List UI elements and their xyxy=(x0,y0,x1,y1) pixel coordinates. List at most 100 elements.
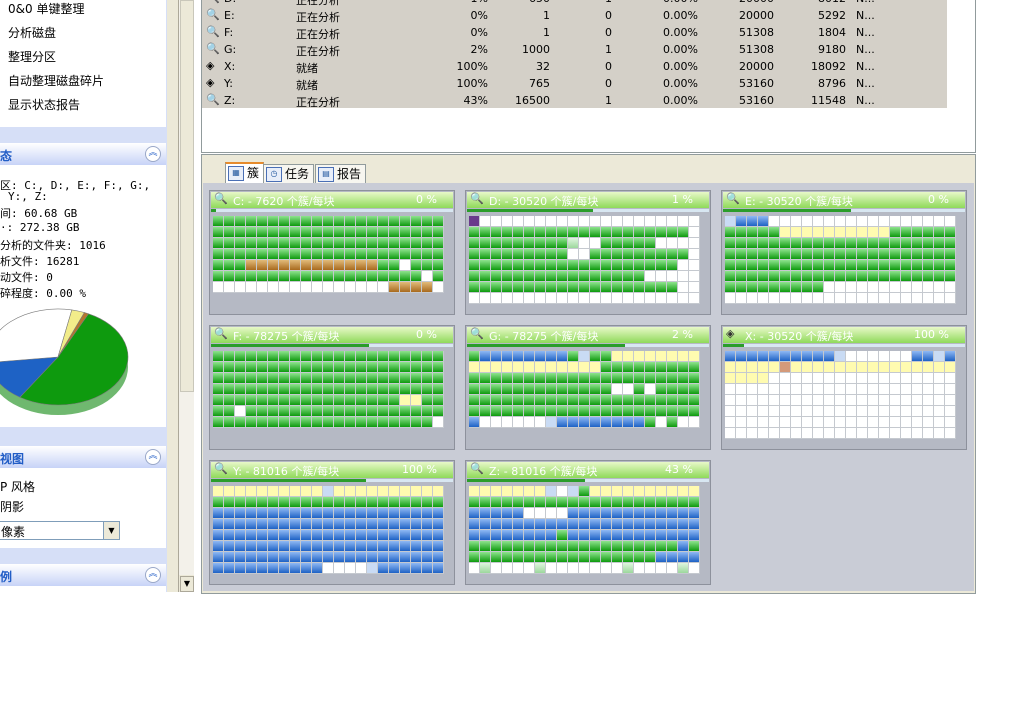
drive-map-c[interactable]: 🔍 C: - 7620 个簇/每块 0 % xyxy=(209,190,455,315)
cluster-block xyxy=(590,417,601,428)
cluster-block xyxy=(235,541,246,552)
cluster-block xyxy=(268,530,279,541)
dropdown-arrow-icon[interactable]: ▼ xyxy=(103,522,119,539)
volume-row[interactable]: ◈ X: 就绪 100% 32 0 0.00% 20000 18092 N... xyxy=(202,59,947,76)
cluster-block xyxy=(502,238,513,249)
magnifier-icon: 🔍 xyxy=(206,0,222,7)
cluster-block xyxy=(667,519,678,530)
cluster-block xyxy=(557,508,568,519)
cluster-block xyxy=(623,486,634,497)
cluster-block xyxy=(568,282,579,293)
cluster-block xyxy=(568,260,579,271)
cluster-block xyxy=(422,384,433,395)
cluster-block xyxy=(290,384,301,395)
cell-free: 5292 xyxy=(818,9,846,22)
cluster-block xyxy=(323,406,334,417)
collapse-chevron-icon[interactable]: ︽ xyxy=(145,146,161,162)
cluster-block xyxy=(224,227,235,238)
view-option-shadow[interactable]: 阴影 xyxy=(0,498,24,515)
cluster-block xyxy=(656,417,667,428)
task-show-report[interactable]: 显示状态报告 xyxy=(8,96,80,113)
view-option-xp-style[interactable]: P 风格 xyxy=(0,478,35,495)
cluster-block xyxy=(334,271,345,282)
scroll-down-arrow-icon[interactable]: ▼ xyxy=(180,576,194,592)
cluster-block xyxy=(213,282,224,293)
volume-row[interactable]: ◈ Y: 就绪 100% 765 0 0.00% 53160 8796 N... xyxy=(202,76,947,93)
cluster-block xyxy=(524,406,535,417)
cluster-block xyxy=(502,293,513,304)
cluster-block xyxy=(367,530,378,541)
cluster-block xyxy=(367,362,378,373)
cluster-block xyxy=(469,216,480,227)
volume-row[interactable]: 🔍D: 正在分析 1% 650 1 0.00% 20000 8012 N... xyxy=(202,0,947,8)
drive-map-e[interactable]: 🔍 E: - 30520 个簇/每块 0 % xyxy=(721,190,967,315)
cluster-block xyxy=(890,362,901,373)
cluster-block xyxy=(923,238,934,249)
cluster-block xyxy=(612,216,623,227)
cluster-block xyxy=(758,238,769,249)
cluster-block xyxy=(557,373,568,384)
view-panel-header[interactable]: 视图 ︽ xyxy=(0,446,166,468)
cluster-block xyxy=(301,486,312,497)
cluster-block xyxy=(912,428,923,439)
drive-map-d[interactable]: 🔍 D: - 30520 个簇/每块 1 % xyxy=(465,190,711,315)
cluster-block xyxy=(257,260,268,271)
cluster-block xyxy=(535,351,546,362)
cluster-block xyxy=(400,541,411,552)
cluster-block xyxy=(780,406,791,417)
cluster-block xyxy=(678,541,689,552)
cluster-block xyxy=(689,417,700,428)
drive-progress-fill xyxy=(211,479,366,482)
volume-row[interactable]: 🔍 F: 正在分析 0% 1 0 0.00% 51308 1804 N... xyxy=(202,25,947,42)
cluster-block xyxy=(557,530,568,541)
cluster-block xyxy=(535,530,546,541)
cluster-block xyxy=(524,541,535,552)
sidebar-scrollbar[interactable]: ▼ xyxy=(178,0,194,592)
collapse-chevron-icon[interactable]: ︽ xyxy=(145,449,161,465)
cluster-block xyxy=(257,563,268,574)
volume-row[interactable]: 🔍 G: 正在分析 2% 1000 1 0.00% 51308 9180 N... xyxy=(202,42,947,59)
cluster-block xyxy=(433,552,444,563)
cluster-block xyxy=(802,428,813,439)
task-analyze-disk[interactable]: 分析磁盘 xyxy=(8,24,56,41)
cluster-block xyxy=(634,216,645,227)
legend-panel-header[interactable]: 例 ︽ xyxy=(0,564,166,586)
cluster-block xyxy=(634,519,645,530)
tab-clusters[interactable]: ▦ 簇 xyxy=(225,162,265,185)
volume-row[interactable]: 🔍 Z: 正在分析 43% 16500 1 0.00% 53160 11548 N... xyxy=(202,93,947,110)
cluster-block xyxy=(656,282,667,293)
cluster-block xyxy=(923,417,934,428)
drive-map-g[interactable]: 🔍 G: - 78275 个簇/每块 2 % xyxy=(465,325,711,450)
cluster-block xyxy=(513,373,524,384)
drive-map-x[interactable]: ◈ X: - 30520 个簇/每块 100 % xyxy=(721,325,967,450)
cell-frag-count: 0 xyxy=(605,60,612,73)
volume-row[interactable]: 🔍 E: 正在分析 0% 1 0 0.00% 20000 5292 N... xyxy=(202,8,947,25)
cluster-block xyxy=(579,293,590,304)
cluster-block xyxy=(846,282,857,293)
scrollbar-thumb[interactable] xyxy=(180,0,194,392)
cluster-block xyxy=(491,249,502,260)
cluster-block xyxy=(813,351,824,362)
task-one-click-defrag[interactable]: 0&0 单键整理 xyxy=(8,0,84,17)
status-panel-header[interactable]: 态 ︽ xyxy=(0,143,166,165)
task-auto-defrag[interactable]: 自动整理磁盘碎片 xyxy=(8,72,104,89)
cluster-block xyxy=(835,293,846,304)
drive-map-f[interactable]: 🔍 F: - 78275 个簇/每块 0 % xyxy=(209,325,455,450)
collapse-chevron-icon[interactable]: ︽ xyxy=(145,567,161,583)
cluster-block xyxy=(802,362,813,373)
cluster-block xyxy=(758,373,769,384)
cluster-block xyxy=(513,282,524,293)
view-mode-select[interactable]: 像素 ▼ xyxy=(0,521,120,540)
cluster-grid xyxy=(725,216,956,304)
drive-map-y[interactable]: 🔍 Y: - 81016 个簇/每块 100 % xyxy=(209,460,455,585)
task-defrag-partition[interactable]: 整理分区 xyxy=(8,48,56,65)
tab-report[interactable]: ▤ 报告 xyxy=(315,164,367,183)
cluster-block xyxy=(879,293,890,304)
cluster-block xyxy=(257,417,268,428)
cluster-block xyxy=(356,362,367,373)
cluster-block xyxy=(246,282,257,293)
cluster-block xyxy=(590,384,601,395)
tab-tasks[interactable]: ◷ 任务 xyxy=(263,164,315,183)
drive-map-z[interactable]: 🔍 Z: - 81016 个簇/每块 43 % xyxy=(465,460,711,585)
cluster-block xyxy=(546,227,557,238)
